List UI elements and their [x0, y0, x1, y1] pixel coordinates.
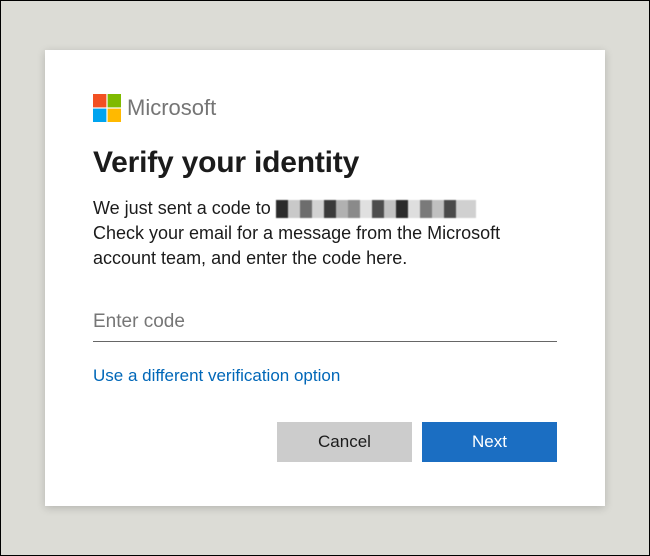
brand-row: Microsoft [93, 94, 557, 122]
description-prefix: We just sent a code to [93, 198, 276, 218]
description-rest: Check your email for a message from the … [93, 223, 500, 268]
brand-name: Microsoft [127, 95, 216, 121]
cancel-button[interactable]: Cancel [277, 422, 412, 462]
description-text: We just sent a code to Check your email … [93, 196, 557, 272]
button-row: Cancel Next [93, 422, 557, 462]
different-verification-link[interactable]: Use a different verification option [93, 366, 340, 386]
redacted-email [276, 200, 476, 218]
code-input[interactable] [93, 305, 557, 342]
page-title: Verify your identity [93, 146, 557, 180]
next-button[interactable]: Next [422, 422, 557, 462]
microsoft-logo-icon [93, 94, 121, 122]
verify-identity-card: Microsoft Verify your identity We just s… [45, 50, 605, 507]
